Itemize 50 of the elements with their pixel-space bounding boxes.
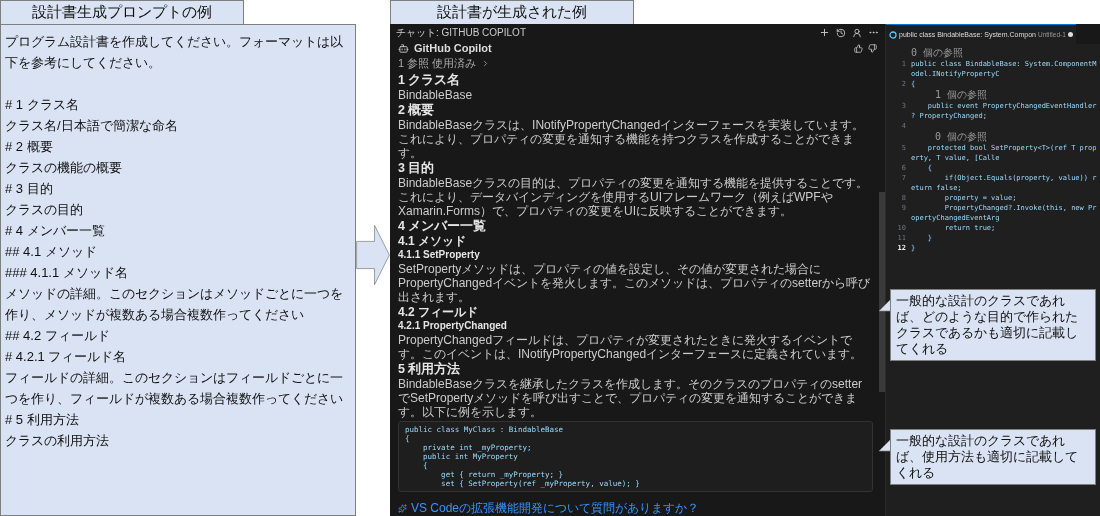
callout-text: 一般的な設計のクラスであれば、使用方法も適切に記載してくれる: [890, 429, 1096, 485]
panel-header: チャット: GITHUB COPILOT: [396, 25, 527, 40]
panel-title: 設計書が生成された例: [390, 0, 634, 24]
paragraph: BindableBaseクラスは、INotifyPropertyChangedインターフェースを実装しています。これにより、プロパティの変更を通知する機能を持つクラスを作成することができます。: [398, 118, 866, 160]
subheading: 4.2.1 PropertyChanged: [398, 319, 508, 333]
prompt-line: フィールドの詳細。このセクションはフィールドごとに一つを作り、フィールドが複数ある場合複数作ってください: [5, 369, 344, 408]
history-icon[interactable]: [836, 27, 846, 38]
subheading: 4.1 メソッド: [398, 234, 467, 248]
reference-count[interactable]: 0 個の参照: [911, 47, 964, 59]
prompt-line: # 3 目的: [5, 180, 54, 198]
prompt-line: クラスの利用方法: [5, 432, 110, 450]
heading: 1 クラス名: [398, 73, 462, 88]
prompt-line: # 5 利用方法: [5, 411, 80, 429]
subheading: 4.1.1 SetProperty: [398, 248, 481, 262]
help-link[interactable]: VS Codeの拡張機能開発について質問がありますか？: [411, 499, 700, 516]
thumbs-down-icon[interactable]: [868, 43, 877, 53]
callout-text: 一般的な設計のクラスであれば、どのような目的で作られたクラスであるかも適切に記載してくれる: [890, 289, 1096, 361]
paragraph: BindableBase: [398, 88, 474, 102]
person-icon[interactable]: [852, 27, 862, 38]
robot-icon: [398, 42, 409, 54]
prompt-line: メソッドの詳細。このセクションはメソッドごとに一つを作り、メソッドが複数ある場合複数作ってください: [5, 285, 344, 324]
paragraph: PropertyChangedフィールドは、プロパティが変更されたときに発火するイベントです。このイベントは、INotifyPropertyChangedインターフェースに定義されています。: [398, 333, 864, 361]
heading: 4 メンバー一覧: [398, 219, 488, 234]
agent-name: GitHub Copilot: [414, 42, 493, 54]
paragraph: BindableBaseクラスを継承したクラスを作成します。そのクラスのプロパティのsetterでSetPropertyメソッドを呼び出すことで、プロパティの変更を通知することができます。以下に例を示します。: [398, 377, 864, 419]
reference-count[interactable]: 1 個の参照: [911, 89, 988, 101]
heading: 3 目的: [398, 161, 436, 176]
thumbs-up-icon[interactable]: [854, 43, 863, 53]
plus-icon[interactable]: [819, 27, 830, 38]
prompt-line: クラスの機能の概要: [5, 159, 123, 177]
heading: 5 利用方法: [398, 362, 462, 377]
prompt-line: # 2 概要: [5, 138, 54, 156]
prompt-text: プログラム設計書を作成してください。フォーマットは以下を参考にしてください。: [5, 33, 344, 72]
prompt-line: クラスの目的: [5, 201, 84, 219]
prompt-line: ## 4.1 メソッド: [5, 243, 98, 261]
paragraph: SetPropertyメソッドは、プロパティの値を設定し、その値が変更された場合にPropertyChangedイベントを発火します。このメソッドは、プロパティのsetterから呼び出されます。: [398, 262, 872, 304]
prompt-line: クラス名/日本語で簡潔な命名: [5, 117, 179, 135]
prompt-line: # 4.2.1 フィールド名: [5, 348, 128, 366]
paragraph: BindableBaseクラスの目的は、プロパティの変更を通知する機能を提供することです。これにより、データバインディングを使用するUIフレームワーク（例えばWPFやXamarin.Forms）で、プロパティの変更をUIに反映することができます。: [398, 176, 870, 218]
reference-count[interactable]: 0 個の参照: [911, 131, 988, 143]
references-toggle[interactable]: 1 参照 使用済み: [398, 56, 477, 71]
prompt-line: ## 4.2 フィールド: [5, 327, 111, 345]
prompt-line: # 4 メンバー一覧: [5, 222, 106, 240]
subheading: 4.2 フィールド: [398, 305, 479, 319]
heading: 2 概要: [398, 103, 436, 118]
panel-title: 設計書生成プロンプトの例: [0, 0, 244, 24]
prompt-line: ### 4.1.1 メソッド名: [5, 264, 129, 282]
prompt-line: # 1 クラス名: [5, 96, 80, 114]
file-icon: [889, 30, 897, 39]
sparkle-icon: [398, 503, 407, 513]
